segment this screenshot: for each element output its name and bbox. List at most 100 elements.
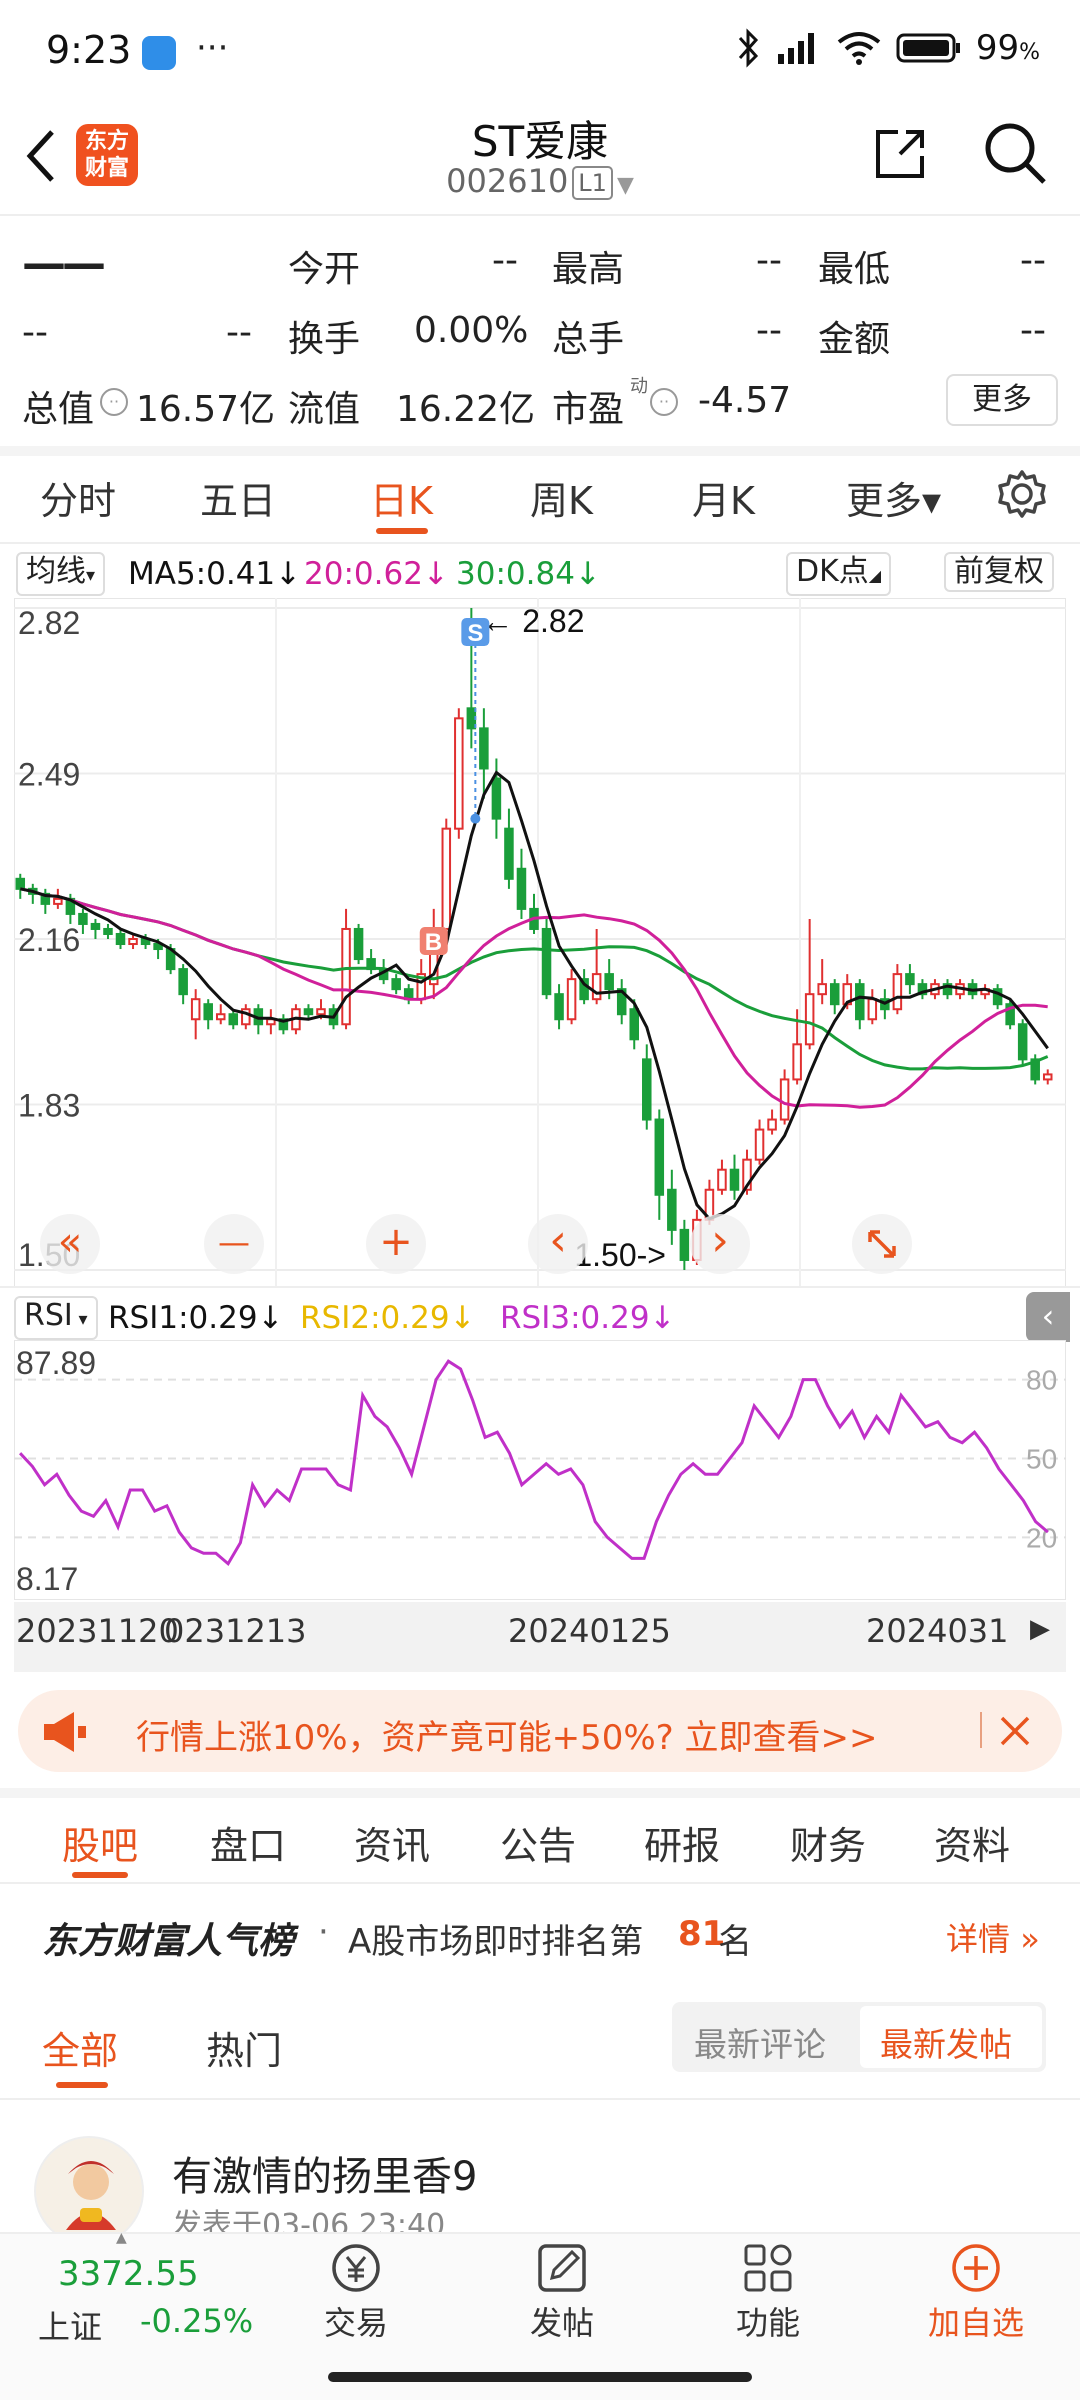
tab-five-day[interactable]: 五日 — [200, 470, 276, 525]
candle-body — [817, 983, 827, 996]
post-author[interactable]: 有激情的扬里香9 — [172, 2144, 477, 2202]
prev-button[interactable]: ‹ — [528, 1214, 588, 1274]
collapse-panel-button[interactable]: ‹ — [1026, 1292, 1070, 1342]
nav-trade[interactable]: 交易 — [296, 2240, 416, 2344]
tab-hot-posts[interactable]: 热门 — [206, 2020, 282, 2075]
low-label: 最低 — [818, 249, 891, 290]
tab-monthly-k[interactable]: 月K — [692, 470, 755, 525]
next-button[interactable]: › — [690, 1214, 750, 1274]
candle-body — [541, 927, 552, 996]
tab-weekly-k[interactable]: 周K — [530, 470, 593, 525]
candle-body — [654, 1118, 665, 1196]
home-indicator[interactable] — [328, 2372, 752, 2382]
ma5-label: MA5:0.41↓ — [128, 556, 302, 592]
tab-daily-k[interactable]: 日K — [370, 470, 433, 525]
pe-sup: 动 — [630, 376, 648, 397]
adjust-selector[interactable]: 前复权 — [944, 552, 1054, 592]
candle-body — [905, 973, 915, 986]
rsi-selector[interactable]: RSI ▾ — [14, 1296, 98, 1340]
gear-icon[interactable] — [996, 468, 1048, 520]
signal-icon — [777, 33, 814, 64]
tab-more[interactable]: 更多▾ — [846, 470, 941, 525]
share-icon[interactable] — [870, 124, 930, 184]
volume-value: -- — [756, 310, 782, 351]
app-notification-icon — [142, 36, 176, 70]
candle-body — [516, 867, 527, 910]
nav-functions[interactable]: 功能 — [708, 2240, 828, 2344]
candle-body — [53, 897, 63, 905]
more-button[interactable]: 更多 — [946, 374, 1058, 426]
y-tick-label: 1.83 — [18, 1088, 80, 1124]
info-icon[interactable]: ·· — [650, 388, 678, 416]
candle-body — [554, 993, 564, 1021]
divider — [0, 1286, 1080, 1288]
tab-profile[interactable]: 资料 — [934, 1815, 1010, 1870]
grid-icon — [744, 2244, 792, 2292]
ma20-label: 20:0.62↓ — [304, 556, 449, 592]
candle-body — [215, 1013, 226, 1021]
fullscreen-icon[interactable] — [852, 1214, 912, 1274]
tab-all-posts[interactable]: 全部 — [42, 2020, 118, 2075]
rsi1-label: RSI1:0.29↓ — [108, 1300, 284, 1336]
ranking-prefix: A股市场即时排名第 — [348, 1922, 644, 1962]
candle-body — [667, 1188, 677, 1231]
y-tick-label: 2.16 — [18, 922, 80, 958]
chart-frame — [14, 598, 1066, 1288]
more-notifications-icon: ··· — [196, 28, 229, 68]
candle-body — [504, 827, 514, 880]
sort-latest-post[interactable]: 最新发帖 — [880, 2018, 1012, 2066]
volume-label: 总手 — [552, 319, 625, 360]
search-icon[interactable] — [982, 120, 1048, 186]
active-tab-indicator — [56, 2082, 108, 2088]
rsi-right-tick: 80 — [1026, 1365, 1057, 1396]
candle-body — [341, 927, 351, 1026]
tab-news[interactable]: 资讯 — [354, 1815, 430, 1870]
info-icon[interactable]: ·· — [100, 388, 128, 416]
turnover-label: 换手 — [288, 319, 361, 360]
pe-value: -4.57 — [698, 380, 792, 421]
dk-point-button[interactable]: DK点◢ — [786, 552, 892, 596]
nav-add-watchlist[interactable]: 加自选 — [916, 2240, 1036, 2344]
ma-selector[interactable]: 均线▾ — [16, 552, 106, 596]
zoom-in-button[interactable]: + — [366, 1214, 426, 1274]
scroll-left-button[interactable]: « — [40, 1214, 100, 1274]
bluetooth-icon — [738, 28, 758, 68]
amount-value: -- — [1020, 310, 1046, 351]
float-label: 流值 — [288, 389, 361, 430]
candle-body — [391, 978, 401, 991]
divider — [0, 1882, 1080, 1884]
status-bar: 9:23 ··· 99% — [0, 0, 1080, 100]
close-icon[interactable] — [998, 1714, 1032, 1748]
candle-body — [353, 927, 364, 961]
candle-body — [792, 1043, 802, 1081]
ranking-detail-link[interactable]: 详情 » — [946, 1914, 1040, 1960]
zoom-out-button[interactable]: — — [204, 1214, 264, 1274]
battery-icon — [896, 33, 960, 63]
nav-post[interactable]: 发帖 — [502, 2240, 622, 2344]
avatar[interactable] — [34, 2136, 144, 2246]
candle-body — [128, 938, 138, 946]
candle-body — [178, 968, 188, 996]
kline-chart[interactable]: 2.822.492.161.831.50← 2.821.50->SB — [14, 598, 1066, 1288]
tab-intraday[interactable]: 分时 — [40, 470, 116, 525]
tab-research[interactable]: 研报 — [644, 1815, 720, 1870]
tab-guba[interactable]: 股吧 — [62, 1815, 138, 1870]
tab-announcements[interactable]: 公告 — [500, 1815, 576, 1870]
candle-body — [1042, 1073, 1053, 1081]
index-value[interactable]: 3372.55 — [58, 2254, 199, 2294]
sell-marker-point — [470, 813, 481, 824]
rsi-chart[interactable]: 80502087.898.17 — [14, 1340, 1066, 1600]
candle-body — [316, 1008, 326, 1016]
tab-finance[interactable]: 财务 — [790, 1815, 866, 1870]
tab-pankou[interactable]: 盘口 — [210, 1815, 286, 1870]
ranking-dot: · — [318, 1912, 329, 1952]
play-icon[interactable]: ▶ — [1030, 1614, 1050, 1644]
rsi3-label: RSI3:0.29↓ — [500, 1300, 676, 1336]
candle-body — [754, 1128, 765, 1161]
index-up-arrow-icon: ▲ — [116, 2230, 127, 2246]
candle-body — [90, 922, 101, 930]
candle-body — [479, 727, 489, 770]
yen-icon — [332, 2244, 380, 2292]
divider — [0, 1788, 1080, 1798]
sort-latest-comment[interactable]: 最新评论 — [694, 2018, 826, 2066]
